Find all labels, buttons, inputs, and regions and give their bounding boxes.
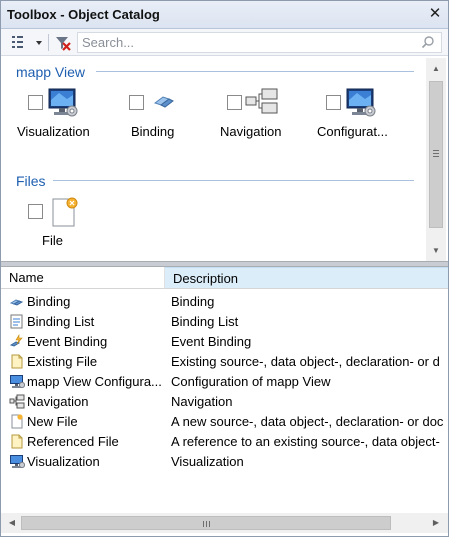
list-item-name: New File (27, 414, 78, 429)
catalog-item-label: Navigation (220, 124, 282, 139)
navigation-icon (9, 394, 25, 409)
clear-filter-button[interactable] (54, 33, 72, 52)
list-item-description: Visualization (171, 454, 244, 469)
list-item-description: Binding List (171, 314, 239, 329)
list-item[interactable]: New File A new source-, data object-, dec… (1, 411, 448, 431)
binding-list-icon (9, 314, 25, 329)
catalog-pane: mapp View Visualization Binding Navigati… (1, 57, 448, 261)
list-item-name: Binding List (27, 314, 95, 329)
catalog-item-label: Configurat... (317, 124, 388, 139)
catalog-item-visualization[interactable]: Visualization (17, 87, 124, 147)
toolbar-separator (48, 34, 49, 51)
scroll-down-icon[interactable]: ▼ (426, 242, 446, 259)
catalog-item-navigation[interactable]: Navigation (220, 87, 323, 147)
list-item[interactable]: mapp View Configura... Configuration of m… (1, 371, 448, 391)
group-title-files: Files (16, 173, 46, 189)
list-horizontal-scrollbar[interactable]: ◀ ▶ (1, 513, 448, 533)
catalog-item-configuration[interactable]: Configurat... (317, 87, 422, 147)
view-mode-button[interactable] (9, 33, 45, 52)
search-icon[interactable] (421, 35, 435, 49)
list-item-description: A reference to an existing source-, data… (171, 434, 440, 449)
list-item-description: Binding (171, 294, 215, 309)
catalog-item-binding[interactable]: Binding (129, 87, 225, 147)
list-item[interactable]: Existing File Existing source-, data obje… (1, 351, 448, 371)
search-box[interactable] (77, 32, 442, 53)
monitor-gear-icon (48, 88, 78, 117)
list-item[interactable]: Binding Binding (1, 291, 448, 311)
toolbox-window: Toolbox - Object Catalog ✕ Search... map… (0, 0, 449, 537)
checkbox[interactable] (326, 95, 341, 110)
search-input[interactable] (82, 35, 402, 50)
list-item-description: Navigation (171, 394, 233, 409)
catalog-vertical-scrollbar[interactable]: ▲ ▼ (426, 58, 446, 261)
column-header-name[interactable]: Name (1, 267, 165, 289)
chevron-down-icon (36, 41, 42, 45)
scrollbar-thumb[interactable] (429, 81, 443, 228)
scroll-right-icon[interactable]: ▶ (427, 513, 445, 533)
scroll-left-icon[interactable]: ◀ (3, 513, 21, 533)
monitor-gear-icon (9, 374, 26, 389)
list-item[interactable]: Navigation Navigation (1, 391, 448, 411)
list-item[interactable]: Event Binding Event Binding (1, 331, 448, 351)
navigation-icon (245, 88, 278, 114)
list-item-name: Navigation (27, 394, 89, 409)
group-divider (96, 71, 414, 72)
catalog-item-label: Binding (131, 124, 175, 139)
file-icon (9, 354, 25, 369)
list-item-description: Event Binding (171, 334, 252, 349)
new-file-icon (9, 414, 25, 429)
monitor-gear-icon (9, 454, 26, 469)
view-mode-icon (12, 36, 42, 48)
list-item-name: Referenced File (27, 434, 119, 449)
checkbox[interactable] (227, 95, 242, 110)
window-title: Toolbox - Object Catalog (7, 7, 160, 22)
scroll-up-icon[interactable]: ▲ (426, 60, 446, 77)
list-item[interactable]: Binding List Binding List (1, 311, 448, 331)
catalog-item-file[interactable]: File (28, 196, 124, 256)
list-item-name: mapp View Configura... (27, 374, 162, 389)
catalog-item-label: Visualization (17, 124, 90, 139)
binding-icon (9, 294, 25, 309)
list-item-description: Existing source-, data object-, declarat… (171, 354, 440, 369)
list-item-description: A new source-, data object-, declaration… (171, 414, 444, 429)
clear-filter-icon (56, 37, 71, 51)
item-list: Name Description Binding Binding Binding L… (1, 267, 448, 513)
event-binding-icon (9, 333, 25, 349)
close-icon[interactable]: ✕ (428, 6, 442, 22)
binding-icon (153, 96, 174, 108)
file-icon (9, 434, 25, 449)
column-header-description[interactable]: Description (165, 267, 448, 289)
catalog-item-label: File (42, 233, 63, 248)
list-item-name: Binding (27, 294, 71, 309)
list-item[interactable]: Visualization Visualization (1, 451, 448, 471)
list-item-name: Event Binding (27, 334, 108, 349)
list-item-name: Existing File (27, 354, 98, 369)
checkbox[interactable] (28, 204, 43, 219)
list-item[interactable]: Referenced File A reference to an existin… (1, 431, 448, 451)
group-divider (53, 180, 414, 181)
new-file-icon (52, 197, 78, 227)
scrollbar-thumb[interactable] (21, 516, 391, 530)
list-item-description: Configuration of mapp View (171, 374, 331, 389)
checkbox[interactable] (28, 95, 43, 110)
monitor-gear-icon (346, 88, 376, 117)
toolbar (1, 29, 448, 56)
checkbox[interactable] (129, 95, 144, 110)
title-bar: Toolbox - Object Catalog ✕ (1, 1, 448, 29)
group-title-mapp-view: mapp View (16, 64, 86, 80)
list-item-name: Visualization (27, 454, 100, 469)
